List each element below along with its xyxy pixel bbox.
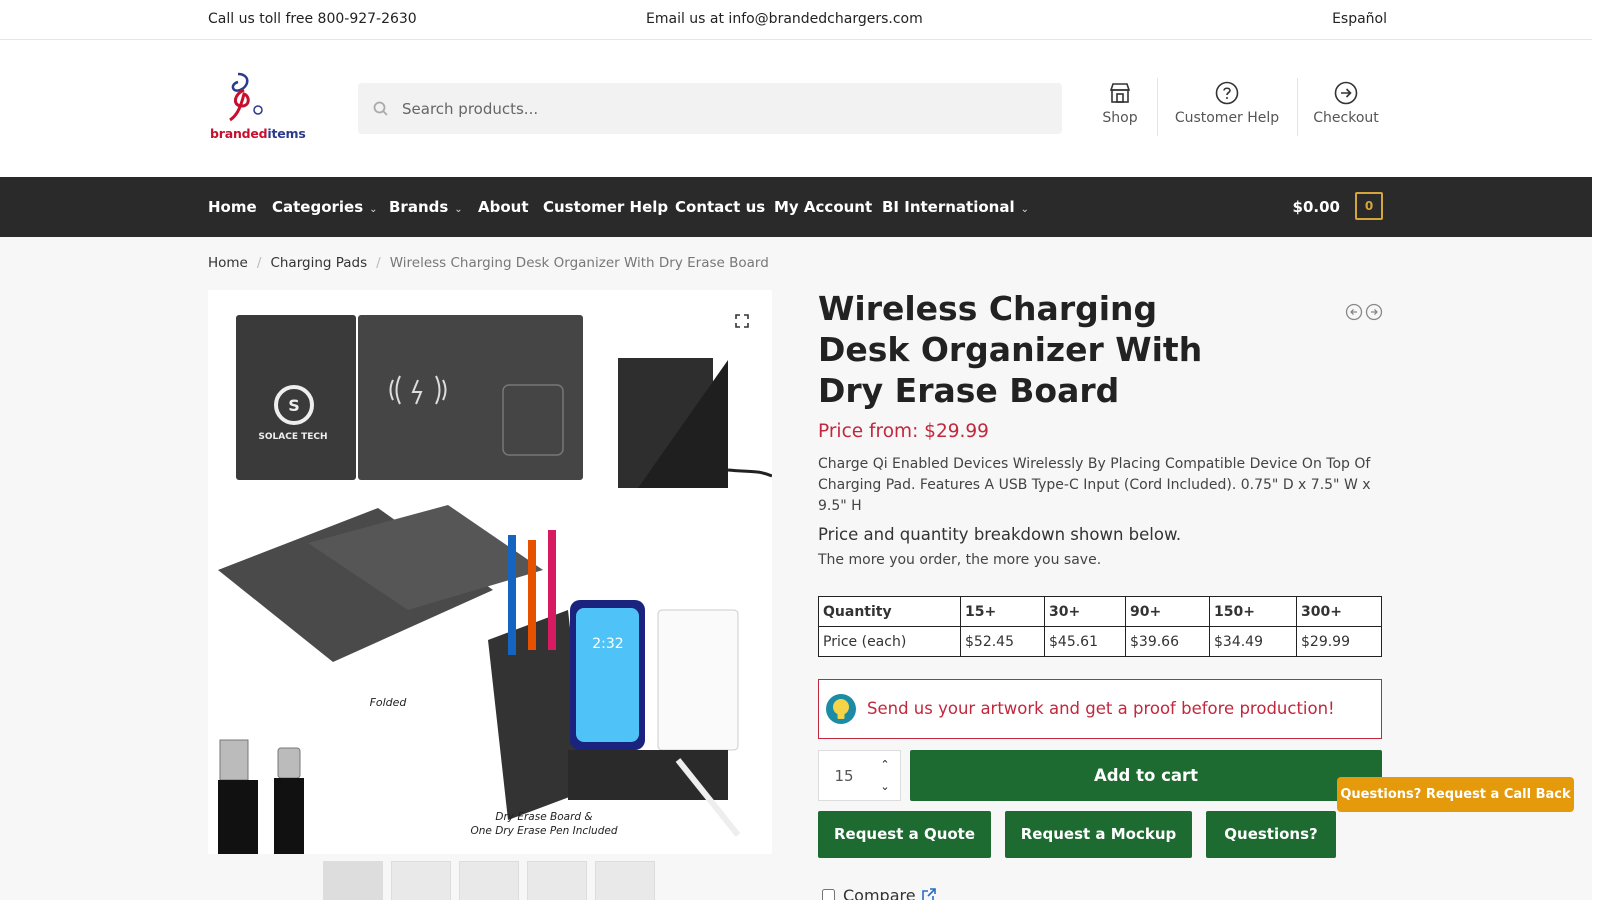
external-link-icon[interactable]	[921, 888, 936, 900]
header-divider	[1297, 78, 1298, 136]
compare-option: Compare	[822, 886, 936, 900]
logo-text: brandeditems	[210, 126, 306, 141]
store-icon	[1109, 83, 1131, 103]
nav-about[interactable]: About	[478, 198, 529, 216]
breakdown-note: Price and quantity breakdown shown below…	[818, 525, 1182, 544]
main-nav: Home Categories ⌄ Brands ⌄ About Customer …	[0, 177, 1592, 237]
board-caption-line1: Dry Erase Board &	[495, 811, 592, 823]
search-input[interactable]	[402, 83, 1042, 134]
table-cell: $34.49	[1209, 626, 1297, 657]
lightbulb-icon	[826, 694, 856, 724]
product-photo: S SOLACE TECH Folded 2:32 Dry Erase Boar…	[218, 315, 772, 854]
chevron-down-icon[interactable]: ⌄	[875, 778, 895, 796]
arrow-right-circle-icon	[1334, 81, 1358, 105]
contact-email[interactable]: Email us at info@brandedchargers.com	[646, 11, 923, 27]
chevron-up-icon[interactable]: ⌃	[875, 756, 895, 774]
table-cell: Quantity	[818, 596, 961, 627]
thumbnail[interactable]	[527, 861, 587, 900]
checkout-link[interactable]: Checkout	[1310, 80, 1382, 144]
nav-contact-us[interactable]: Contact us	[675, 198, 765, 216]
customer-help-label: Customer Help	[1174, 110, 1280, 126]
folded-caption: Folded	[370, 696, 408, 709]
checkout-label: Checkout	[1313, 110, 1379, 126]
customer-help-link[interactable]: Customer Help	[1170, 80, 1284, 144]
logo-mark-icon	[229, 72, 263, 122]
svg-text:2:32: 2:32	[592, 636, 623, 652]
product-price: Price from: $29.99	[818, 421, 989, 442]
request-quote-button[interactable]: Request a Quote	[818, 811, 991, 858]
quantity-input[interactable]	[819, 751, 869, 800]
table-cell: $52.45	[960, 626, 1045, 657]
table-cell: 150+	[1209, 596, 1297, 627]
price-breakdown-table: Quantity 15+ 30+ 90+ 150+ 300+ Price (ea…	[818, 596, 1382, 657]
table-header-row: Quantity 15+ 30+ 90+ 150+ 300+	[818, 596, 1382, 627]
brand-caption: SOLACE TECH	[258, 432, 327, 442]
breadcrumb-separator: /	[376, 255, 381, 271]
site-header: brandeditems Shop Customer Help Checkout	[0, 40, 1592, 177]
cart-count-badge[interactable]: 0	[1355, 192, 1383, 220]
table-cell: Price (each)	[818, 626, 961, 657]
product-title: Wireless Charging Desk Organizer With Dr…	[818, 289, 1203, 410]
thumbnail[interactable]	[391, 861, 451, 900]
table-cell: $39.66	[1125, 626, 1210, 657]
table-cell: $29.99	[1296, 626, 1382, 657]
svg-text:S: S	[288, 396, 300, 415]
table-cell: 15+	[960, 596, 1045, 627]
thumbnail[interactable]	[323, 861, 383, 900]
table-cell: 300+	[1296, 596, 1382, 627]
header-divider	[1157, 78, 1158, 136]
breadcrumb-current: Wireless Charging Desk Organizer With Dr…	[389, 255, 769, 271]
request-call-back-button[interactable]: Questions? Request a Call Back	[1337, 777, 1574, 812]
search-bar	[358, 83, 1062, 134]
breadcrumb-home[interactable]: Home	[208, 255, 248, 271]
nav-categories[interactable]: Categories ⌄	[272, 198, 378, 216]
breadcrumb-separator: /	[256, 255, 262, 271]
nav-home[interactable]: Home	[208, 198, 257, 216]
shop-label: Shop	[1102, 110, 1138, 126]
language-switch[interactable]: Español	[1332, 11, 1387, 27]
nav-brands[interactable]: Brands ⌄	[389, 198, 463, 216]
previous-product-icon[interactable]	[1345, 303, 1363, 321]
quantity-stepper: ⌃ ⌄	[818, 750, 901, 801]
nav-bi-international[interactable]: BI International ⌄	[882, 198, 1029, 216]
thumbnail[interactable]	[459, 861, 519, 900]
product-description: Charge Qi Enabled Devices Wirelessly By …	[818, 456, 1371, 514]
chevron-down-icon: ⌄	[454, 204, 463, 215]
fullscreen-icon[interactable]	[735, 314, 749, 328]
nav-my-account[interactable]: My Account	[774, 198, 872, 216]
nav-customer-help[interactable]: Customer Help	[543, 198, 668, 216]
table-cell: $45.61	[1044, 626, 1126, 657]
artwork-notice-text: Send us your artwork and get a proof bef…	[867, 699, 1335, 718]
thumbnail[interactable]	[595, 861, 655, 900]
request-mockup-button[interactable]: Request a Mockup	[1005, 811, 1192, 858]
product-image[interactable]: S SOLACE TECH Folded 2:32 Dry Erase Boar…	[208, 290, 772, 854]
table-cell: 30+	[1044, 596, 1126, 627]
table-cell: 90+	[1125, 596, 1210, 627]
artwork-proof-notice: Send us your artwork and get a proof bef…	[818, 679, 1382, 739]
logo[interactable]: brandeditems	[210, 70, 310, 145]
search-icon	[373, 101, 388, 116]
question-circle-icon	[1215, 81, 1239, 105]
toll-free-phone[interactable]: Call us toll free 800-927-2630	[208, 11, 417, 27]
compare-checkbox[interactable]	[822, 889, 835, 900]
add-to-cart-button[interactable]: Add to cart	[910, 750, 1382, 801]
breadcrumb: Home / Charging Pads / Wireless Charging Des…	[208, 255, 769, 271]
chevron-down-icon: ⌄	[1020, 204, 1029, 215]
table-row: Price (each) $52.45 $45.61 $39.66 $34.49…	[818, 626, 1382, 657]
compare-label[interactable]: Compare	[843, 886, 916, 900]
next-product-icon[interactable]	[1365, 303, 1383, 321]
chevron-down-icon: ⌄	[369, 204, 378, 215]
shop-link[interactable]: Shop	[1092, 80, 1148, 144]
questions-button[interactable]: Questions?	[1206, 811, 1336, 858]
top-bar: Call us toll free 800-927-2630 Email us …	[0, 0, 1592, 40]
savings-note: The more you order, the more you save.	[818, 552, 1102, 568]
cart-total[interactable]: $0.00	[1293, 198, 1340, 216]
breadcrumb-category[interactable]: Charging Pads	[270, 255, 367, 271]
board-caption-line2: One Dry Erase Pen Included	[471, 825, 618, 837]
